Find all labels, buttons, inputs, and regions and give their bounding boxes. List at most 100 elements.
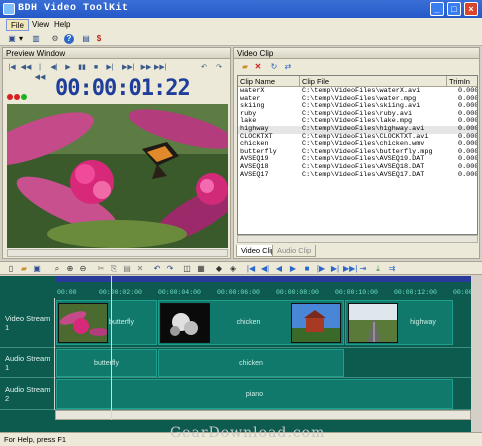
ruler-corner bbox=[0, 276, 55, 298]
clip-label: butterfly bbox=[94, 359, 119, 367]
ruler-tick: 00:00:04:00 bbox=[158, 289, 201, 296]
clip-toolbar: ▰ ✕ ↻ ⇄ bbox=[234, 60, 479, 74]
tl-end-icon[interactable]: ▶▶| bbox=[343, 263, 357, 275]
preview-window: Preview Window |◀ ◀◀ |◀◀ ◀| ▶ ▮▮ ■ ▶| ▶▶… bbox=[2, 47, 231, 259]
clip-panel-header: Video Clip bbox=[234, 48, 479, 59]
go-end-button[interactable]: ▶▶| bbox=[154, 63, 167, 73]
zoom-in-icon[interactable]: ⊕ bbox=[64, 263, 76, 275]
go-start-button[interactable]: |◀ bbox=[6, 63, 18, 73]
delete-icon[interactable]: ✕ bbox=[134, 263, 146, 275]
marker-icon[interactable]: ◆ bbox=[213, 263, 225, 275]
timeline-ruler[interactable]: 00:00 00:00:02:00 00:00:04:00 00:00:06:0… bbox=[55, 276, 480, 298]
save-icon[interactable]: ▣ bbox=[31, 263, 43, 275]
tl-stop-icon[interactable]: ■ bbox=[301, 263, 313, 275]
dropdown-icon[interactable]: ▾ bbox=[17, 33, 25, 45]
minimize-button[interactable]: _ bbox=[430, 2, 444, 16]
timeline-clip[interactable]: chicken bbox=[158, 349, 344, 377]
clip-label: butterfly bbox=[109, 319, 134, 326]
col-clip-name[interactable]: Clip Name bbox=[238, 76, 300, 87]
cut-icon[interactable]: ✂ bbox=[95, 263, 107, 275]
paste-icon[interactable]: ▤ bbox=[121, 263, 133, 275]
menu-help[interactable]: Help bbox=[50, 19, 74, 31]
clip-thumbnail bbox=[291, 303, 341, 343]
tl-play-icon[interactable]: ▶ bbox=[287, 263, 299, 275]
clip-table-scrollbar[interactable] bbox=[237, 235, 478, 243]
help-icon[interactable]: ? bbox=[64, 34, 74, 44]
step-back-button[interactable]: ◀| bbox=[48, 63, 60, 73]
cell-trimin: 0.000 bbox=[458, 170, 478, 179]
col-trimin[interactable]: TrimIn bbox=[447, 76, 477, 87]
tl-forward-icon[interactable]: ▶| bbox=[329, 263, 341, 275]
render-icon[interactable]: ⇉ bbox=[386, 263, 398, 275]
preview-scrollbar[interactable] bbox=[7, 249, 228, 257]
track-label-audio-1: Audio Stream 1 bbox=[0, 348, 54, 378]
settings-icon[interactable]: ⚙ bbox=[49, 33, 61, 45]
track-label-video-1: Video Stream 1 bbox=[0, 298, 54, 348]
open-folder-icon[interactable]: ▰ bbox=[239, 61, 251, 73]
undo-button[interactable]: ↶ bbox=[198, 63, 210, 73]
undo-icon[interactable]: ↶ bbox=[151, 263, 163, 275]
ruler-tick: 00:00:02:00 bbox=[99, 289, 142, 296]
tl-back-icon[interactable]: ◀ bbox=[273, 263, 285, 275]
record-led-icon bbox=[7, 94, 13, 100]
close-button[interactable]: × bbox=[464, 2, 478, 16]
maximize-button[interactable]: □ bbox=[447, 2, 461, 16]
tab-audio-clip[interactable]: Audio Clip bbox=[272, 245, 317, 257]
split-icon[interactable]: ◫ bbox=[181, 263, 193, 275]
next-frame-button[interactable]: ▶▶| bbox=[122, 63, 135, 73]
timeline-vscroll[interactable] bbox=[471, 276, 482, 432]
marker2-icon[interactable]: ◈ bbox=[227, 263, 239, 275]
zoom-out-icon[interactable]: ⊖ bbox=[77, 263, 89, 275]
video-clip-panel: Video Clip ▰ ✕ ↻ ⇄ Clip Name Clip File T… bbox=[233, 47, 480, 259]
swap-icon[interactable]: ⇄ bbox=[282, 61, 294, 73]
butterfly-flower-image bbox=[7, 104, 228, 248]
timeline-hscroll[interactable] bbox=[55, 410, 471, 420]
buy-icon[interactable]: $ bbox=[93, 33, 105, 45]
pause-button[interactable]: ▮▮ bbox=[76, 63, 88, 73]
tl-next-icon[interactable]: |▶ bbox=[315, 263, 327, 275]
status-bar: For Help, press F1 GearDownload.com bbox=[0, 426, 482, 446]
export-icon[interactable]: ⤓ bbox=[372, 263, 384, 275]
clip-label: highway bbox=[410, 319, 436, 326]
table-row[interactable]: AVSEQ17 C:\temp\VideoFiles\AVSEQ17.DAT 0.0… bbox=[238, 170, 478, 180]
watermark: GearDownload.com bbox=[170, 425, 326, 441]
menu-bar: File View Help bbox=[0, 18, 482, 32]
group-icon[interactable]: ▦ bbox=[195, 263, 207, 275]
redo-icon[interactable]: ↷ bbox=[164, 263, 176, 275]
zoom-icon[interactable]: ⌕ bbox=[51, 263, 63, 275]
copy-icon[interactable]: ⎘ bbox=[108, 263, 120, 275]
redo-button[interactable]: ↷ bbox=[213, 63, 225, 73]
new-icon[interactable]: ▯ bbox=[5, 263, 17, 275]
timecode-display: 00:00:01:22 bbox=[55, 76, 191, 101]
tl-prev-icon[interactable]: ◀| bbox=[259, 263, 271, 275]
rewind-button[interactable]: ◀◀ bbox=[20, 63, 32, 73]
window-title: BDH Video ToolKit bbox=[18, 3, 129, 14]
stop-button[interactable]: ■ bbox=[90, 63, 102, 73]
disk-icon[interactable]: ▥ bbox=[30, 33, 42, 45]
timeline-clip[interactable]: butterfly bbox=[56, 349, 157, 377]
step-forward-button[interactable]: ▶| bbox=[104, 63, 116, 73]
clip-label: chicken bbox=[239, 359, 263, 367]
cell-clip-name: AVSEQ17 bbox=[240, 170, 269, 179]
cell-clip-file: C:\temp\VideoFiles\AVSEQ17.DAT bbox=[302, 170, 425, 179]
col-clip-file[interactable]: Clip File bbox=[300, 76, 447, 87]
tl-start-icon[interactable]: |◀ bbox=[245, 263, 257, 275]
timeline-clip[interactable]: piano bbox=[56, 379, 453, 409]
play-button[interactable]: ▶ bbox=[62, 63, 74, 73]
table-header: Clip Name Clip File TrimIn bbox=[238, 76, 477, 87]
tl-end2-icon[interactable]: ⇥ bbox=[357, 263, 369, 275]
track-label-audio-2: Audio Stream 2 bbox=[0, 378, 54, 410]
open-icon[interactable]: ▤ bbox=[80, 33, 92, 45]
clip-label: chicken bbox=[236, 319, 261, 326]
fast-forward-button[interactable]: ▶▶ bbox=[140, 63, 152, 73]
prev-frame-button[interactable]: |◀◀ bbox=[34, 63, 46, 81]
open-icon[interactable]: ▰ bbox=[18, 263, 30, 275]
title-bar: BDH Video ToolKit _ □ × bbox=[0, 0, 482, 18]
ruler-range-bar bbox=[55, 276, 471, 282]
playhead[interactable] bbox=[111, 276, 112, 420]
delete-icon[interactable]: ✕ bbox=[252, 61, 264, 73]
refresh-icon[interactable]: ↻ bbox=[268, 61, 280, 73]
menu-file[interactable]: File bbox=[6, 19, 29, 31]
status-text: For Help, press F1 bbox=[4, 435, 67, 444]
timeline-toolbar: ▯ ▰ ▣ ⌕ ⊕ ⊖ ✂ ⎘ ▤ ✕ ↶ ↷ ◫ ▦ ◆ ◈ |◀ ◀| ◀ … bbox=[0, 261, 482, 275]
